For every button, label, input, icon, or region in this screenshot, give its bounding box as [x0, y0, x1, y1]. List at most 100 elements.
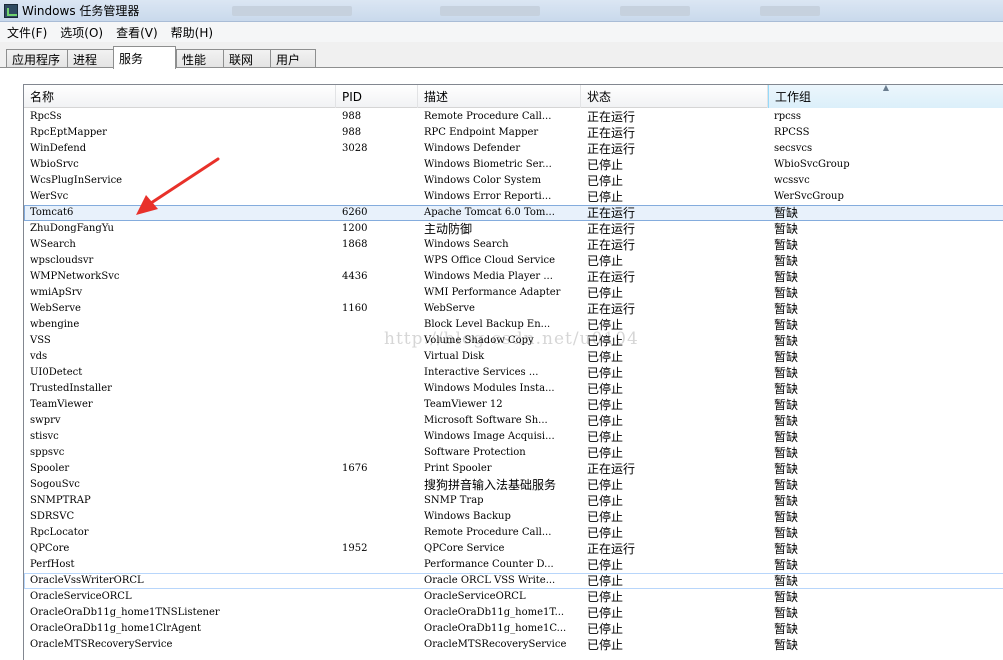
- row-cell-pid: [336, 589, 418, 605]
- row-cell-pid: [336, 173, 418, 189]
- row-cell-pid: [336, 333, 418, 349]
- row-cell-pid: 988: [342, 127, 362, 138]
- row-cell-status: 已停止: [587, 638, 624, 652]
- menu-help[interactable]: 帮助(H): [164, 24, 219, 41]
- table-row[interactable]: WinDefend 3028 Windows Defender 正在运行 secsvcs: [24, 141, 1003, 157]
- row-cell-group: 暂缺: [774, 350, 799, 364]
- tab-users[interactable]: 用户: [270, 49, 316, 68]
- row-cell-pid: [336, 637, 418, 653]
- table-row[interactable]: WbioSrvc Windows Biometric Ser... 已停止 WbioS…: [24, 157, 1003, 173]
- tab-applications[interactable]: 应用程序: [6, 49, 68, 68]
- column-header-description[interactable]: 描述: [418, 85, 581, 108]
- table-row[interactable]: wpscloudsvr WPS Office Cloud Service 已停止 暂缺: [24, 253, 1003, 269]
- row-cell-desc: Windows Backup: [424, 511, 511, 522]
- row-cell-group: 暂缺: [774, 590, 799, 604]
- row-cell-desc: Microsoft Software Sh...: [424, 415, 548, 426]
- table-row[interactable]: swprv Microsoft Software Sh... 已停止 暂缺: [24, 413, 1003, 429]
- menu-file[interactable]: 文件(F): [0, 24, 53, 41]
- table-row[interactable]: OracleMTSRecoveryService OracleMTSRecover…: [24, 637, 1003, 653]
- row-cell-status: 正在运行: [587, 302, 636, 316]
- table-row[interactable]: QPCore 1952 QPCore Service 正在运行 暂缺: [24, 541, 1003, 557]
- table-row[interactable]: RpcLocator Remote Procedure Call... 已停止 暂缺: [24, 525, 1003, 541]
- row-cell-name: vds: [30, 351, 48, 362]
- column-header-name[interactable]: 名称: [24, 85, 336, 108]
- row-cell-group: 暂缺: [774, 222, 799, 236]
- table-row[interactable]: wmiApSrv WMI Performance Adapter 已停止 暂缺: [24, 285, 1003, 301]
- table-row[interactable]: vds Virtual Disk 已停止 暂缺: [24, 349, 1003, 365]
- row-cell-pid: [336, 621, 418, 637]
- row-cell-status: 已停止: [587, 574, 624, 588]
- menu-bar: 文件(F) 选项(O) 查看(V) 帮助(H): [0, 22, 1003, 42]
- row-cell-name: WMPNetworkSvc: [30, 271, 120, 282]
- row-cell-desc: QPCore Service: [424, 543, 505, 554]
- table-row[interactable]: SNMPTRAP SNMP Trap 已停止 暂缺: [24, 493, 1003, 509]
- table-row[interactable]: WcsPlugInService Windows Color System 已停止 w…: [24, 173, 1003, 189]
- row-cell-desc: OracleServiceORCL: [424, 591, 526, 602]
- table-row[interactable]: WMPNetworkSvc 4436 Windows Media Player ..…: [24, 269, 1003, 285]
- column-header-status[interactable]: 状态: [581, 85, 768, 108]
- table-row[interactable]: ZhuDongFangYu 1200 主动防御 正在运行 暂缺: [24, 221, 1003, 237]
- tab-processes[interactable]: 进程: [67, 49, 114, 68]
- table-row[interactable]: Tomcat6 6260 Apache Tomcat 6.0 Tom... 正在运行 暂…: [24, 205, 1003, 221]
- row-cell-desc: WMI Performance Adapter: [424, 287, 561, 298]
- row-cell-desc: OracleMTSRecoveryService: [424, 639, 567, 650]
- table-row[interactable]: UI0Detect Interactive Services ... 已停止 暂缺: [24, 365, 1003, 381]
- row-cell-status: 正在运行: [587, 126, 636, 140]
- table-row[interactable]: PerfHost Performance Counter D... 已停止 暂缺: [24, 557, 1003, 573]
- row-cell-pid: [336, 189, 418, 205]
- row-cell-desc: Performance Counter D...: [424, 559, 554, 570]
- row-cell-name: SogouSvc: [30, 479, 80, 490]
- background-window-blur: [232, 6, 352, 16]
- row-cell-pid: [336, 477, 418, 493]
- row-cell-desc: 搜狗拼音输入法基础服务: [424, 478, 557, 492]
- table-row[interactable]: TrustedInstaller Windows Modules Insta...…: [24, 381, 1003, 397]
- list-header: 名称 PID 描述 状态 ▲ 工作组: [24, 85, 1003, 108]
- row-cell-status: 已停止: [587, 350, 624, 364]
- services-list[interactable]: 名称 PID 描述 状态 ▲ 工作组 RpcSs 988 Remote Proced…: [23, 84, 1003, 660]
- row-cell-pid: [336, 317, 418, 333]
- table-row[interactable]: OracleOraDb11g_home1TNSListener OracleOra…: [24, 605, 1003, 621]
- row-cell-group: 暂缺: [774, 606, 799, 620]
- row-cell-status: 已停止: [587, 606, 624, 620]
- row-cell-desc: Windows Media Player ...: [424, 271, 553, 282]
- table-row[interactable]: VSS Volume Shadow Copy 已停止 暂缺: [24, 333, 1003, 349]
- table-row[interactable]: WebServe 1160 WebServe 正在运行 暂缺: [24, 301, 1003, 317]
- table-row[interactable]: OracleOraDb11g_home1ClrAgent OracleOraDb1…: [24, 621, 1003, 637]
- row-cell-group: 暂缺: [774, 542, 799, 556]
- table-row[interactable]: SogouSvc 搜狗拼音输入法基础服务 已停止 暂缺: [24, 477, 1003, 493]
- table-row[interactable]: RpcEptMapper 988 RPC Endpoint Mapper 正在运行 RP…: [24, 125, 1003, 141]
- row-cell-pid: 1676: [342, 463, 368, 474]
- menu-options[interactable]: 选项(O): [53, 24, 109, 41]
- row-cell-desc: Windows Modules Insta...: [424, 383, 555, 394]
- row-cell-name: RpcEptMapper: [30, 127, 107, 138]
- row-cell-name: WcsPlugInService: [30, 175, 123, 186]
- row-cell-pid: [336, 349, 418, 365]
- column-header-group[interactable]: ▲ 工作组: [768, 85, 1003, 108]
- row-cell-status: 已停止: [587, 286, 624, 300]
- background-window-blur: [440, 6, 540, 16]
- table-row[interactable]: OracleVssWriterORCL Oracle ORCL VSS Write…: [24, 573, 1003, 589]
- tab-performance[interactable]: 性能: [176, 49, 224, 68]
- table-row[interactable]: TeamViewer TeamViewer 12 已停止 暂缺: [24, 397, 1003, 413]
- tab-networking[interactable]: 联网: [223, 49, 271, 68]
- row-cell-status: 正在运行: [587, 206, 636, 220]
- row-cell-group: 暂缺: [774, 270, 799, 284]
- row-cell-name: Spooler: [30, 463, 70, 474]
- row-cell-desc: WebServe: [424, 303, 475, 314]
- table-row[interactable]: OracleServiceORCL OracleServiceORCL 已停止 暂缺: [24, 589, 1003, 605]
- table-row[interactable]: Spooler 1676 Print Spooler 正在运行 暂缺: [24, 461, 1003, 477]
- row-cell-group: 暂缺: [774, 494, 799, 508]
- table-row[interactable]: RpcSs 988 Remote Procedure Call... 正在运行 rpcs…: [24, 109, 1003, 125]
- table-row[interactable]: sppsvc Software Protection 已停止 暂缺: [24, 445, 1003, 461]
- column-header-pid[interactable]: PID: [336, 85, 418, 108]
- row-cell-desc: Apache Tomcat 6.0 Tom...: [424, 207, 555, 218]
- tab-services[interactable]: 服务: [113, 46, 176, 69]
- table-row[interactable]: stisvc Windows Image Acquisi... 已停止 暂缺: [24, 429, 1003, 445]
- table-row[interactable]: WerSvc Windows Error Reporti... 已停止 WerSvcG…: [24, 189, 1003, 205]
- table-row[interactable]: SDRSVC Windows Backup 已停止 暂缺: [24, 509, 1003, 525]
- menu-view[interactable]: 查看(V): [109, 24, 164, 41]
- row-cell-status: 已停止: [587, 478, 624, 492]
- table-row[interactable]: WSearch 1868 Windows Search 正在运行 暂缺: [24, 237, 1003, 253]
- table-row[interactable]: wbengine Block Level Backup En... 已停止 暂缺: [24, 317, 1003, 333]
- row-cell-name: SDRSVC: [30, 511, 75, 522]
